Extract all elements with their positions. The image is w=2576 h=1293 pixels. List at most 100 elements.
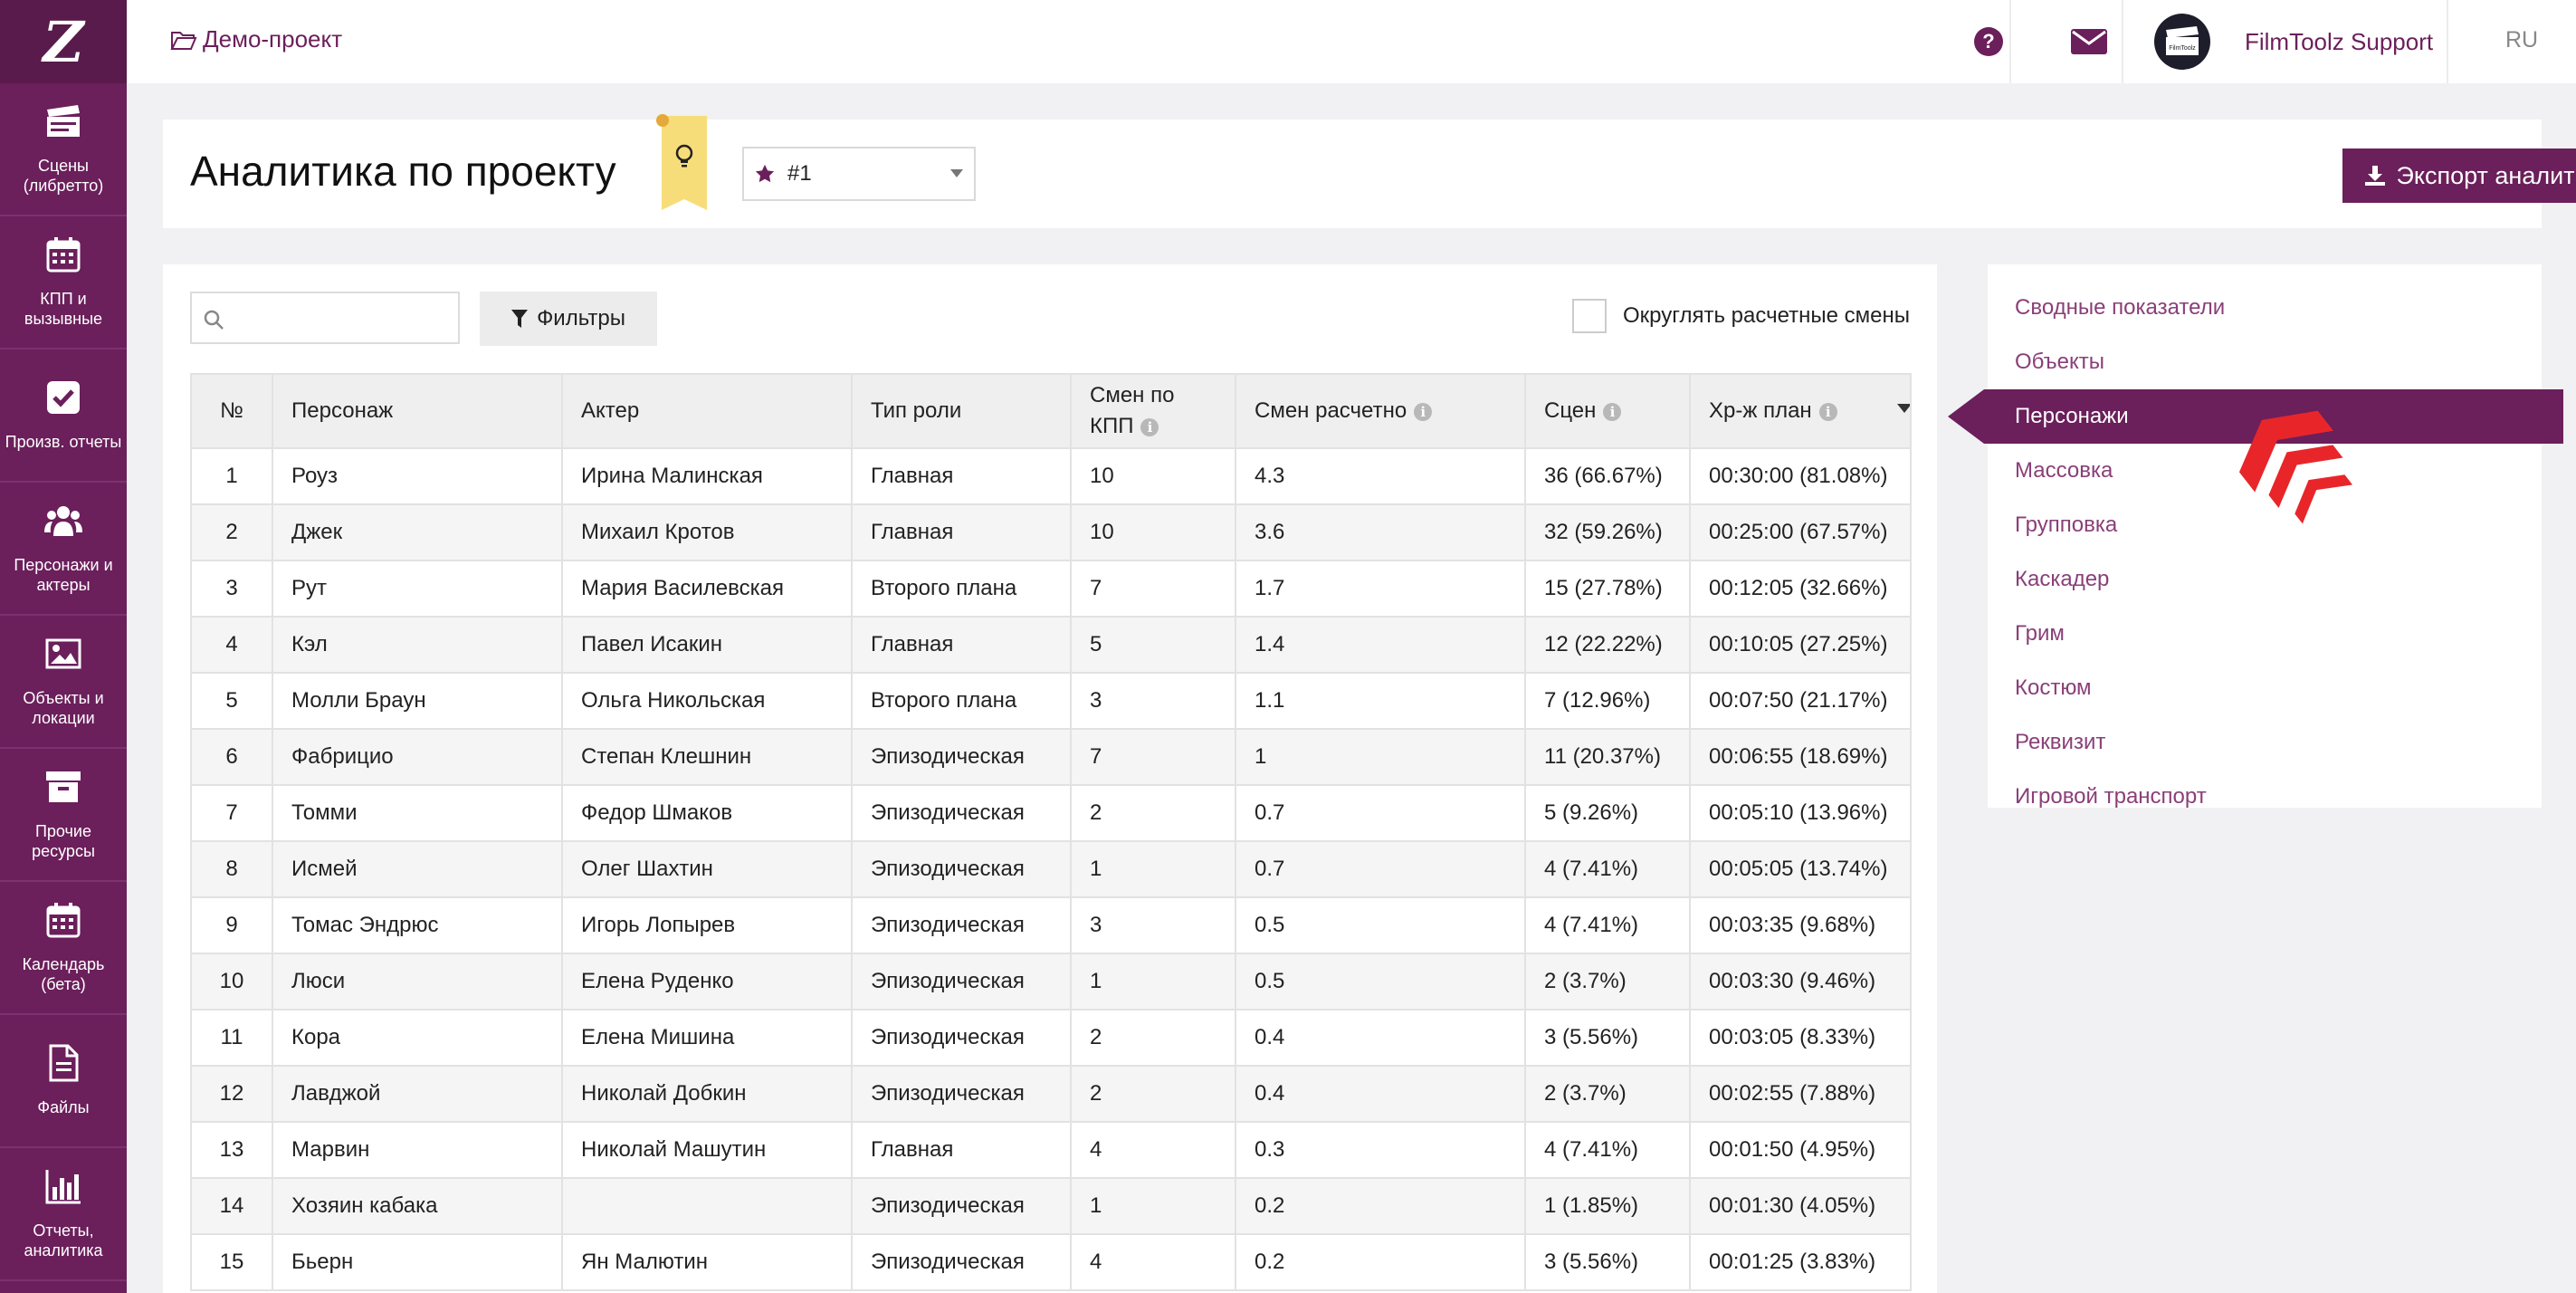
table-cell: 7: [190, 784, 273, 842]
tips-button[interactable]: [656, 114, 707, 210]
sidebar-item-label: Сцены (либретто): [23, 157, 104, 195]
bar-chart-icon: [44, 1167, 82, 1221]
table-cell: Джек: [272, 503, 563, 561]
section-menu-item[interactable]: Костюм: [1988, 661, 2542, 715]
mail-button[interactable]: [2037, 0, 2142, 83]
table-cell: 00:10:05 (27.25%): [1689, 616, 1912, 674]
export-label: Экспорт аналитики: [2396, 161, 2576, 189]
table-cell: Ирина Малинская: [561, 447, 853, 505]
filters-label: Фильтры: [537, 306, 625, 330]
table-cell: Молли Браун: [272, 672, 563, 730]
table-cell: Кора: [272, 1009, 563, 1067]
archive-icon: [44, 768, 82, 821]
avatar: FilmToolz: [2154, 14, 2210, 70]
table-row[interactable]: 8 Исмей Олег Шахтин Эпизодическая 1 0.7 4 (7.4…: [190, 840, 1912, 898]
sidebar-item-label: Персонажи и актеры: [14, 556, 113, 594]
table-cell: 8: [190, 840, 273, 898]
table-row[interactable]: 4 Кэл Павел Исакин Главная 5 1.4 12 (22.22%) 00…: [190, 616, 1912, 674]
info-icon[interactable]: i: [1140, 417, 1159, 436]
sidebar-item-3[interactable]: Персонажи и актеры: [0, 483, 127, 616]
search-box[interactable]: [190, 292, 460, 344]
users-icon: [44, 502, 82, 555]
col-header-timing-plan[interactable]: Хр-ж план i: [1689, 373, 1912, 449]
table-cell: Хозяин кабака: [272, 1177, 563, 1235]
table-cell: 2 (3.7%): [1524, 1065, 1691, 1123]
table-cell: 0.5: [1235, 953, 1526, 1010]
table-row[interactable]: 11 Кора Елена Мишина Эпизодическая 2 0.4 3 (5.…: [190, 1009, 1912, 1067]
table-cell: Люси: [272, 953, 563, 1010]
help-button[interactable]: ?: [1940, 0, 2037, 83]
table-cell: Мария Василевская: [561, 560, 853, 618]
table-cell: 10: [1070, 447, 1236, 505]
user-menu[interactable]: FilmToolz FilmToolz Support: [2154, 0, 2433, 83]
app-logo[interactable]: Z: [0, 0, 127, 83]
breadcrumb-project[interactable]: Демо-проект: [170, 25, 342, 53]
table-cell: Ольга Никольская: [561, 672, 853, 730]
search-input[interactable]: [232, 299, 453, 339]
col-header-number[interactable]: №: [190, 373, 273, 449]
table-row[interactable]: 5 Молли Браун Ольга Никольская Второго план…: [190, 672, 1912, 730]
table-cell: Эпизодическая: [851, 953, 1072, 1010]
table-cell: Второго плана: [851, 560, 1072, 618]
table-cell: 2: [190, 503, 273, 561]
sidebar-item-6[interactable]: Календарь (бета): [0, 882, 127, 1015]
table-cell: Лавджой: [272, 1065, 563, 1123]
info-icon[interactable]: i: [1603, 402, 1622, 421]
table-cell: Федор Шмаков: [561, 784, 853, 842]
col-header-shifts-calc[interactable]: Смен расчетно i: [1235, 373, 1526, 449]
table-row[interactable]: 10 Люси Елена Руденко Эпизодическая 1 0.5 2 (3…: [190, 953, 1912, 1010]
table-cell: 0.2: [1235, 1233, 1526, 1291]
sidebar-item-2[interactable]: Произв. отчеты: [0, 350, 127, 483]
info-icon[interactable]: i: [1818, 402, 1837, 421]
table-row[interactable]: 15 Бьерн Ян Малютин Эпизодическая 4 0.2 3 (5.5…: [190, 1233, 1912, 1291]
table-cell: 1.1: [1235, 672, 1526, 730]
table-row[interactable]: 13 Марвин Николай Машутин Главная 4 0.3 4 (7.4…: [190, 1121, 1912, 1179]
table-cell: 7: [1070, 560, 1236, 618]
section-menu-item[interactable]: Игровой транспорт: [1988, 770, 2542, 824]
filters-button[interactable]: Фильтры: [480, 292, 657, 346]
table-cell: 10: [190, 953, 273, 1010]
sidebar-item-1[interactable]: КПП и вызывные: [0, 216, 127, 350]
table-cell: 9: [190, 896, 273, 954]
table-row[interactable]: 6 Фабрицио Степан Клешнин Эпизодическая 7 1 11…: [190, 728, 1912, 786]
sidebar-item-0[interactable]: Сцены (либретто): [0, 83, 127, 216]
table-cell: Главная: [851, 503, 1072, 561]
table-cell: Роуз: [272, 447, 563, 505]
table-cell: 0.3: [1235, 1121, 1526, 1179]
col-header-character[interactable]: Персонаж: [272, 373, 563, 449]
section-menu-item[interactable]: Реквизит: [1988, 715, 2542, 770]
section-menu-item[interactable]: Грим: [1988, 607, 2542, 661]
col-header-role-type[interactable]: Тип роли: [851, 373, 1072, 449]
version-select[interactable]: #1: [742, 147, 976, 201]
section-menu-item[interactable]: Каскадер: [1988, 552, 2542, 607]
section-menu-item[interactable]: Объекты: [1988, 335, 2542, 389]
language-switch[interactable]: RU: [2505, 27, 2538, 53]
table-row[interactable]: 3 Рут Мария Василевская Второго плана 7 1.7 15…: [190, 560, 1912, 618]
round-shifts-checkbox[interactable]: [1572, 299, 1608, 333]
table-row[interactable]: 12 Лавджой Николай Добкин Эпизодическая 2 0.4…: [190, 1065, 1912, 1123]
sidebar-item-8[interactable]: Отчеты, аналитика: [0, 1148, 127, 1281]
sidebar-item-5[interactable]: Прочие ресурсы: [0, 749, 127, 882]
section-menu-item[interactable]: Сводные показатели: [1988, 281, 2542, 335]
lightbulb-icon: [675, 144, 693, 168]
table-cell: Игорь Лопырев: [561, 896, 853, 954]
table-row[interactable]: 2 Джек Михаил Кротов Главная 10 3.6 32 (59.26%…: [190, 503, 1912, 561]
table-row[interactable]: 1 Роуз Ирина Малинская Главная 10 4.3 36 (66.6…: [190, 447, 1912, 505]
sidebar-item-7[interactable]: Файлы: [0, 1015, 127, 1148]
col-header-shifts-kpp[interactable]: Смен по КПП i: [1070, 373, 1236, 449]
page-header: Аналитика по проекту #1 Экспорт аналитик…: [163, 114, 2576, 228]
sidebar-item-4[interactable]: Объекты и локации: [0, 616, 127, 749]
round-shifts-toggle[interactable]: Округлять расчетные смены: [1572, 299, 1910, 333]
col-header-scenes[interactable]: Сцен i: [1524, 373, 1691, 449]
info-icon[interactable]: i: [1414, 402, 1433, 421]
table-cell: Фабрицио: [272, 728, 563, 786]
table-cell: Эпизодическая: [851, 728, 1072, 786]
red-pointer-arrow-icon: [2238, 410, 2353, 524]
table-row[interactable]: 9 Томас Эндрюс Игорь Лопырев Эпизодическая 3…: [190, 896, 1912, 954]
table-row[interactable]: 7 Томми Федор Шмаков Эпизодическая 2 0.7 5 (9.…: [190, 784, 1912, 842]
clapperboard-avatar-icon: FilmToolz: [2166, 26, 2199, 55]
export-analytics-button[interactable]: Экспорт аналитики: [2342, 148, 2576, 203]
col-header-actor[interactable]: Актер: [561, 373, 853, 449]
table-row[interactable]: 14 Хозяин кабака Эпизодическая 1 0.2 1 (1.85%…: [190, 1177, 1912, 1235]
table-cell: Эпизодическая: [851, 840, 1072, 898]
